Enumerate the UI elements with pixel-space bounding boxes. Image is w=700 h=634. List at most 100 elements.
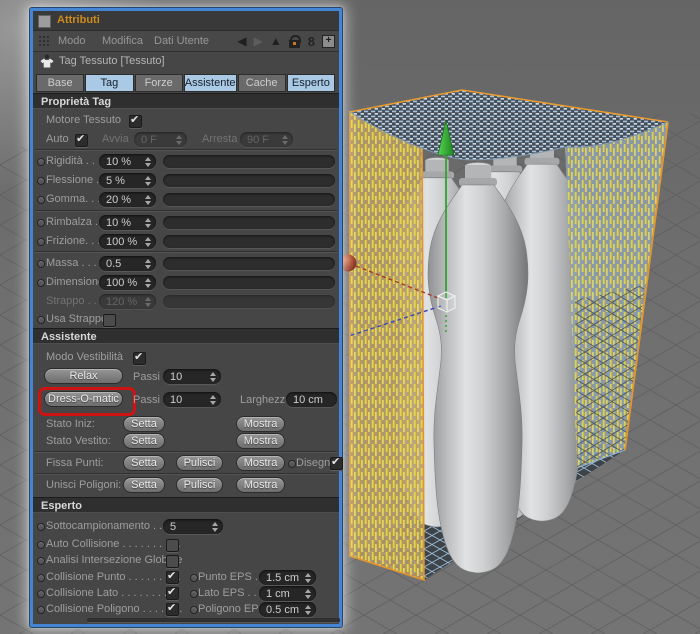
forward-arrow-icon[interactable]: ▶	[254, 34, 263, 48]
anim-dot[interactable]	[190, 574, 198, 582]
poligono-eps-field[interactable]: 0.5 cm	[259, 602, 316, 617]
anim-dot[interactable]	[37, 590, 45, 598]
horizontal-scrollbar[interactable]	[87, 618, 340, 623]
anim-dot[interactable]	[37, 557, 45, 565]
arresta-field[interactable]: 90 F	[240, 132, 293, 147]
motore-tessuto-checkbox[interactable]	[129, 113, 142, 128]
fissa-setta-button[interactable]: Setta	[123, 455, 165, 471]
anim-dot[interactable]	[190, 606, 198, 614]
dress-passi-field[interactable]: 10	[163, 392, 221, 407]
frizione-field[interactable]: 100 %	[99, 234, 156, 249]
panel-menubar: Modo Modifica Dati Utente ◀ ▶ ▲ 8 +	[33, 31, 339, 52]
stato-vestito-setta-button[interactable]: Setta	[123, 433, 165, 449]
dimensione-slider[interactable]	[163, 276, 335, 289]
frizione-slider[interactable]	[163, 235, 335, 248]
anim-dot[interactable]	[37, 260, 45, 268]
collisione-poligono-checkbox[interactable]	[166, 601, 179, 616]
anim-dot[interactable]	[37, 196, 45, 204]
param-row: Gomma. . . . 20 %	[33, 190, 339, 210]
anim-dot[interactable]	[37, 541, 45, 549]
relax-row: Relax Passi 10	[33, 368, 339, 388]
usa-strappo-checkbox[interactable]	[103, 314, 116, 327]
modo-vestibilita-checkbox[interactable]	[133, 350, 146, 365]
menu-modifica[interactable]: Modifica	[102, 35, 143, 47]
rigidita-slider[interactable]	[163, 155, 335, 168]
add-icon[interactable]: +	[322, 34, 335, 48]
unisci-pulisci-button[interactable]: Pulisci	[176, 477, 223, 493]
strappo-slider	[163, 295, 335, 308]
anim-dot[interactable]	[37, 279, 45, 287]
flessione-slider[interactable]	[163, 174, 335, 187]
auto-label: Auto	[46, 133, 69, 145]
stato-vestito-row: Stato Vestito: Setta Mostra	[33, 433, 339, 453]
anim-dot[interactable]	[37, 606, 45, 614]
analisi-checkbox[interactable]	[166, 555, 179, 568]
fissa-mostra-button[interactable]: Mostra	[236, 455, 285, 471]
anim-dot[interactable]	[37, 316, 45, 324]
sottocampionamento-row: Sottocampionamento . . . . . 5	[33, 517, 339, 537]
anim-dot[interactable]	[190, 590, 198, 598]
object-header-row[interactable]: Tag Tessuto [Tessuto]	[33, 52, 339, 72]
tab-forze[interactable]: Forze	[134, 74, 183, 92]
unisci-mostra-button[interactable]: Mostra	[236, 477, 285, 493]
modo-vestibilita-row: Modo Vestibilità	[33, 348, 339, 368]
menu-modo[interactable]: Modo	[58, 35, 86, 47]
flessione-field[interactable]: 5 %	[99, 173, 156, 188]
tab-esperto[interactable]: Esperto	[286, 74, 335, 92]
gomma-slider[interactable]	[163, 193, 335, 206]
fissa-pulisci-button[interactable]: Pulisci	[176, 455, 223, 471]
anim-dot[interactable]	[37, 574, 45, 582]
lock-icon[interactable]	[288, 34, 301, 48]
collisione-lato-checkbox[interactable]	[166, 585, 179, 600]
tab-assistente[interactable]: Assistente	[183, 74, 237, 92]
anim-dot[interactable]	[37, 177, 45, 185]
grip-handle-icon[interactable]	[38, 35, 51, 47]
up-arrow-icon[interactable]: ▲	[270, 34, 282, 48]
param-row-disabled: Strappo . . . 120 %	[33, 292, 339, 312]
anim-dot[interactable]	[37, 158, 45, 166]
param-row: Rigidità . . . . 10 %	[33, 152, 339, 172]
back-arrow-icon[interactable]: ◀	[237, 34, 246, 48]
anim-dot[interactable]	[288, 460, 296, 468]
usa-strappo-row: Usa Strappo	[33, 310, 339, 330]
rigidita-field[interactable]: 10 %	[99, 154, 156, 169]
anim-dot[interactable]	[37, 238, 45, 246]
unisci-setta-button[interactable]: Setta	[123, 477, 165, 493]
avvia-field[interactable]: 0 F	[134, 132, 187, 147]
collisione-punto-checkbox[interactable]	[166, 569, 179, 584]
anim-dot[interactable]	[37, 523, 45, 531]
stato-iniz-mostra-button[interactable]: Mostra	[236, 416, 285, 432]
stato-iniz-setta-button[interactable]: Setta	[123, 416, 165, 432]
section-header-proprieta: Proprietà Tag	[33, 93, 339, 109]
panel-title: Attributi	[57, 14, 100, 26]
rimbalza-field[interactable]: 10 %	[99, 215, 156, 230]
dress-o-matic-button[interactable]: Dress-O-matic	[44, 391, 123, 407]
punto-eps-field[interactable]: 1.5 cm	[259, 570, 316, 585]
rimbalza-slider[interactable]	[163, 216, 335, 229]
param-row: Frizione. . . . 100 %	[33, 232, 339, 252]
relax-passi-field[interactable]: 10	[163, 369, 221, 384]
tab-cache[interactable]: Cache	[237, 74, 286, 92]
cloth-tag-icon	[40, 54, 54, 68]
bottle-front	[427, 162, 529, 574]
stato-vestito-mostra-button[interactable]: Mostra	[236, 433, 285, 449]
object-name: Tag Tessuto [Tessuto]	[59, 55, 165, 67]
arresta-label: Arresta	[202, 133, 238, 145]
tab-tag[interactable]: Tag	[85, 74, 134, 92]
larghezza-field[interactable]: 10 cm	[286, 392, 337, 407]
gomma-field[interactable]: 20 %	[99, 192, 156, 207]
menu-dati-utente[interactable]: Dati Utente	[154, 35, 209, 47]
anim-dot[interactable]	[37, 219, 45, 227]
sottocampionamento-field[interactable]: 5	[163, 519, 223, 534]
window-icon[interactable]	[38, 15, 51, 28]
link-icon[interactable]: 8	[308, 34, 315, 49]
massa-slider[interactable]	[163, 257, 335, 270]
disegna-checkbox[interactable]	[330, 455, 343, 470]
panel-titlebar[interactable]: Attributi	[33, 11, 339, 31]
lato-eps-field[interactable]: 1 cm	[259, 586, 316, 601]
dimensione-field[interactable]: 100 %	[99, 275, 156, 290]
relax-button[interactable]: Relax	[44, 368, 123, 384]
tab-base[interactable]: Base	[36, 74, 85, 92]
massa-field[interactable]: 0.5	[99, 256, 156, 271]
auto-checkbox[interactable]	[75, 132, 88, 147]
